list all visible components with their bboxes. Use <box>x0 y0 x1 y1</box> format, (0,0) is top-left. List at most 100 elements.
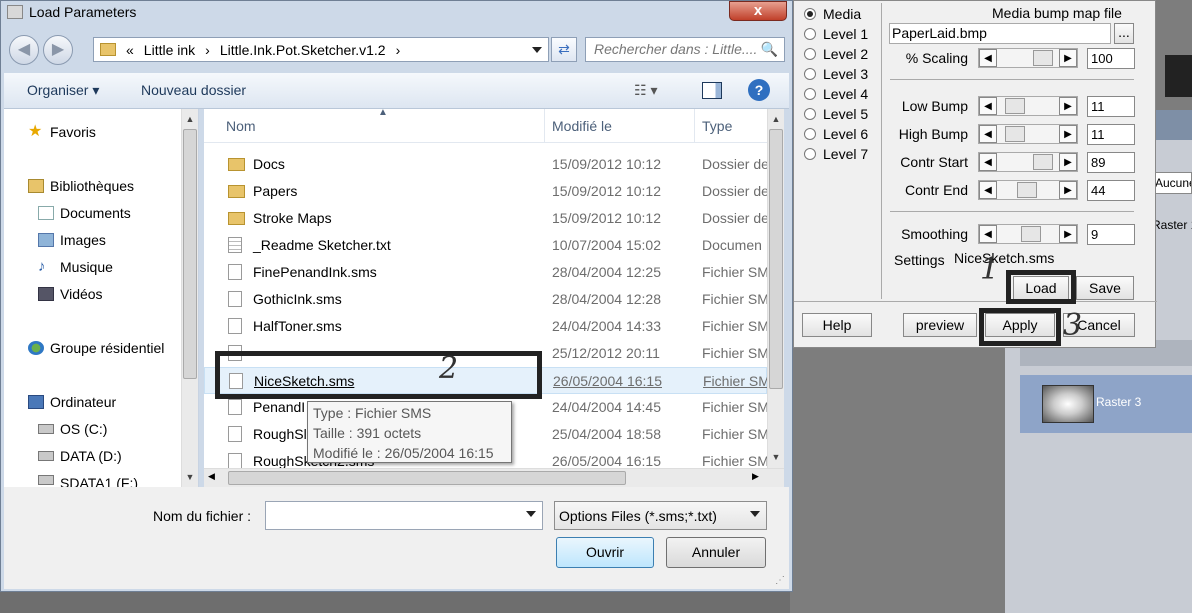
open-button[interactable]: Ouvrir <box>556 537 654 568</box>
high-bump-slider[interactable]: ◀ ▶ <box>978 124 1078 144</box>
address-chevron[interactable]: « <box>126 42 134 58</box>
file-row[interactable]: Docs 15/09/2012 10:12 Dossier de <box>204 151 767 178</box>
view-options-icon[interactable]: ☷ ▾ <box>634 82 657 99</box>
radio-dot[interactable] <box>804 8 816 20</box>
radio-level-2[interactable]: Level 2 <box>804 46 868 62</box>
scroll-right-icon[interactable]: ▶ <box>752 471 759 482</box>
radio-dot[interactable] <box>804 48 816 60</box>
low-bump-input[interactable]: 11 <box>1087 96 1135 117</box>
breadcrumb-sketcher[interactable]: Little.Ink.Pot.Sketcher.v1.2 <box>220 42 386 58</box>
column-divider[interactable] <box>694 109 695 143</box>
radio-dot[interactable] <box>804 88 816 100</box>
left-arrow-icon[interactable]: ◀ <box>979 153 997 171</box>
left-arrow-icon[interactable]: ◀ <box>979 181 997 199</box>
slider-thumb[interactable] <box>1021 226 1041 242</box>
radio-dot[interactable] <box>804 68 816 80</box>
horizontal-scrollbar[interactable]: ◀ ▶ <box>204 468 784 487</box>
scroll-up-icon[interactable]: ▲ <box>182 111 198 127</box>
cancel-button[interactable]: Annuler <box>666 537 766 568</box>
right-arrow-icon[interactable]: ▶ <box>1059 125 1077 143</box>
scroll-down-icon[interactable]: ▼ <box>182 469 198 485</box>
slider-thumb[interactable] <box>1033 50 1053 66</box>
radio-dot[interactable] <box>804 108 816 120</box>
right-arrow-icon[interactable]: ▶ <box>1059 153 1077 171</box>
scaling-slider[interactable]: ◀ ▶ <box>978 48 1078 68</box>
nav-homegroup[interactable]: Groupe résidentiel <box>28 340 164 356</box>
save-button[interactable]: Save <box>1076 276 1134 300</box>
scroll-down-icon[interactable]: ▼ <box>768 449 784 465</box>
nav-favorites[interactable]: ★ Favoris <box>28 124 96 141</box>
nav-libraries[interactable]: Bibliothèques <box>28 178 134 194</box>
scaling-input[interactable]: 100 <box>1087 48 1135 69</box>
resize-grip-icon[interactable]: ⋰ <box>775 575 785 586</box>
scrollbar-thumb[interactable] <box>228 471 626 485</box>
radio-level-3[interactable]: Level 3 <box>804 66 868 82</box>
file-row[interactable]: Papers 15/09/2012 10:12 Dossier de <box>204 178 767 205</box>
radio-level-7[interactable]: Level 7 <box>804 146 868 162</box>
nav-drive-c[interactable]: OS (C:) <box>38 421 107 437</box>
browse-button[interactable]: ... <box>1114 23 1134 44</box>
contr-start-input[interactable]: 89 <box>1087 152 1135 173</box>
preview-button[interactable]: preview <box>903 313 977 337</box>
forward-arrow-icon[interactable]: ▶ <box>43 35 73 65</box>
radio-dot[interactable] <box>804 148 816 160</box>
address-dropdown-icon[interactable] <box>532 47 542 53</box>
address-bar[interactable]: « Little ink › Little.Ink.Pot.Sketcher.v… <box>93 37 549 62</box>
color-swatch[interactable] <box>1165 55 1192 97</box>
new-folder-button[interactable]: Nouveau dossier <box>141 82 246 98</box>
search-icon[interactable]: 🔍 <box>761 41 778 58</box>
file-row[interactable]: HalfToner.sms 24/04/2004 14:33 Fichier SM <box>204 313 767 340</box>
right-arrow-icon[interactable]: ▶ <box>1059 49 1077 67</box>
file-row[interactable]: GothicInk.sms 28/04/2004 12:28 Fichier SM <box>204 286 767 313</box>
slider-thumb[interactable] <box>1005 126 1025 142</box>
left-arrow-icon[interactable]: ◀ <box>979 49 997 67</box>
chevron-down-icon[interactable] <box>526 511 536 517</box>
file-list-scrollbar[interactable]: ▲ ▼ <box>767 109 784 469</box>
contr-start-slider[interactable]: ◀ ▶ <box>978 152 1078 172</box>
nav-videos[interactable]: Vidéos <box>38 286 103 302</box>
help-button[interactable]: Help <box>802 313 872 337</box>
left-arrow-icon[interactable]: ◀ <box>979 125 997 143</box>
nav-drive-d[interactable]: DATA (D:) <box>38 448 122 464</box>
slider-thumb[interactable] <box>1033 154 1053 170</box>
help-icon[interactable]: ? <box>748 79 770 101</box>
back-arrow-icon[interactable]: ◀ <box>9 35 39 65</box>
contr-end-input[interactable]: 44 <box>1087 180 1135 201</box>
organize-button[interactable]: Organiser ▾ <box>27 82 99 99</box>
file-row[interactable]: Stroke Maps 15/09/2012 10:12 Dossier de <box>204 205 767 232</box>
breadcrumb-separator[interactable]: › <box>396 42 401 58</box>
layer-raster-1-label[interactable]: Raster 1 <box>1152 218 1192 232</box>
column-name[interactable]: Nom <box>226 118 256 134</box>
nav-computer[interactable]: Ordinateur <box>28 394 116 410</box>
close-button[interactable]: x <box>729 1 787 21</box>
column-divider[interactable] <box>544 109 545 143</box>
blend-mode-dropdown[interactable]: Aucune <box>1152 172 1192 194</box>
filetype-dropdown[interactable]: Options Files (*.sms;*.txt) <box>554 501 767 530</box>
breadcrumb-little-ink[interactable]: Little ink <box>144 42 195 58</box>
column-type[interactable]: Type <box>702 118 732 134</box>
radio-level-6[interactable]: Level 6 <box>804 126 868 142</box>
refresh-icon[interactable]: ⇄ <box>551 37 577 62</box>
scrollbar-thumb[interactable] <box>769 129 783 389</box>
scroll-up-icon[interactable]: ▲ <box>768 111 784 127</box>
filename-input[interactable] <box>265 501 543 530</box>
nav-scrollbar[interactable]: ▲ ▼ <box>181 109 198 487</box>
low-bump-slider[interactable]: ◀ ▶ <box>978 96 1078 116</box>
radio-level-5[interactable]: Level 5 <box>804 106 868 122</box>
column-modified[interactable]: Modifié le <box>552 118 612 134</box>
radio-media[interactable]: Media <box>804 6 861 22</box>
nav-images[interactable]: Images <box>38 232 106 248</box>
nav-music[interactable]: ♪ Musique <box>38 259 113 275</box>
smoothing-slider[interactable]: ◀ ▶ <box>978 224 1078 244</box>
right-arrow-icon[interactable]: ▶ <box>1059 225 1077 243</box>
file-row[interactable]: FinePenandInk.sms 28/04/2004 12:25 Fichier… <box>204 259 767 286</box>
chevron-down-icon[interactable] <box>750 511 760 517</box>
radio-level-4[interactable]: Level 4 <box>804 86 868 102</box>
scroll-left-icon[interactable]: ◀ <box>208 471 215 482</box>
scrollbar-thumb[interactable] <box>183 129 197 379</box>
breadcrumb-separator[interactable]: › <box>205 42 210 58</box>
right-arrow-icon[interactable]: ▶ <box>1059 97 1077 115</box>
radio-level-1[interactable]: Level 1 <box>804 26 868 42</box>
nav-documents[interactable]: Documents <box>38 205 131 221</box>
high-bump-input[interactable]: 11 <box>1087 124 1135 145</box>
